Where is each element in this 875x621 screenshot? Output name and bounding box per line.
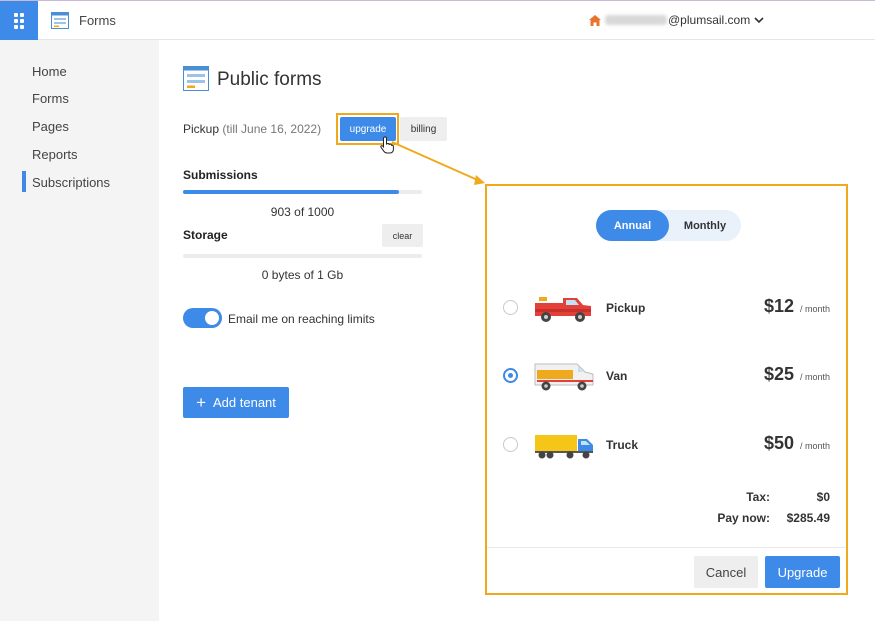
tax-label: Tax: (746, 490, 770, 504)
submissions-progress (183, 190, 422, 194)
monthly-tab[interactable]: Monthly (669, 210, 741, 241)
active-indicator (22, 171, 26, 192)
plan-name: Van (606, 369, 628, 383)
dialog-divider (487, 547, 846, 548)
plan-price: $50 / month (764, 433, 830, 454)
public-forms-icon (183, 66, 209, 91)
plan-price-period: / month (799, 304, 830, 314)
sidebar-item-subscriptions[interactable]: Subscriptions (32, 175, 110, 190)
redacted-username (605, 15, 667, 25)
grid-icon (14, 12, 24, 29)
plan-price-period: / month (799, 441, 830, 451)
plan-expiry: (till June 16, 2022) (222, 122, 322, 136)
callout-arrow (391, 141, 485, 185)
page-title: Public forms (217, 69, 322, 90)
hand-cursor-icon (380, 136, 394, 154)
app-title: Forms (79, 13, 116, 28)
plan-price: $25 / month (764, 364, 830, 385)
plan-name: Pickup (606, 301, 646, 315)
sidebar-item-reports[interactable]: Reports (32, 147, 78, 162)
sidebar-item-pages[interactable]: Pages (32, 119, 69, 134)
plan-name: Truck (606, 438, 639, 452)
plan-radio-pickup[interactable] (503, 300, 518, 315)
plus-icon: + (196, 393, 207, 412)
submissions-count: 903 of 1000 (270, 205, 335, 219)
storage-progress (183, 254, 422, 258)
pickup-truck-icon (535, 297, 591, 322)
storage-usage: 0 bytes of 1 Gb (261, 268, 344, 282)
plan-price-amount: $50 (763, 433, 794, 453)
sidebar-item-home[interactable]: Home (32, 64, 67, 79)
plan-option-pickup[interactable]: Pickup $12 / month (487, 288, 846, 328)
annual-tab[interactable]: Annual (596, 210, 669, 241)
plan-radio-van[interactable] (503, 368, 518, 383)
add-tenant-label: Add tenant (213, 395, 276, 410)
pay-now-label: Pay now: (717, 511, 770, 525)
submissions-label: Submissions (183, 168, 258, 182)
email-limits-toggle[interactable] (183, 308, 222, 328)
cancel-button[interactable]: Cancel (694, 556, 758, 588)
clear-storage-button[interactable]: clear (382, 224, 423, 247)
add-tenant-button[interactable]: + Add tenant (183, 387, 289, 418)
truck-icon (535, 435, 593, 459)
sidebar: Home Forms Pages Reports Subscriptions (0, 40, 159, 621)
chevron-down-icon (754, 16, 764, 23)
billing-button[interactable]: billing (400, 117, 447, 141)
upgrade-dialog: Annual Monthly Pickup $12 / month Van $2… (485, 184, 848, 595)
plan-price: $12 / month (764, 296, 830, 317)
tax-value: $0 (816, 490, 830, 504)
toggle-knob (205, 311, 219, 325)
plan-option-truck[interactable]: Truck $50 / month (487, 425, 846, 465)
app-launcher-button[interactable] (0, 1, 38, 40)
plan-option-van[interactable]: Van $25 / month (487, 356, 846, 396)
billing-period-toggle: Annual Monthly (596, 210, 741, 241)
pay-now-value: $285.49 (786, 511, 830, 525)
plan-price-amount: $12 (763, 296, 794, 316)
account-menu[interactable]: @plumsail.com (589, 13, 764, 27)
sidebar-item-forms[interactable]: Forms (32, 91, 69, 106)
home-icon (589, 14, 601, 26)
forms-app-icon (51, 12, 69, 29)
current-plan: Pickup (till June 16, 2022) (183, 122, 321, 136)
van-icon (534, 363, 594, 391)
plan-price-period: / month (799, 372, 830, 382)
submissions-progress-fill (183, 190, 399, 194)
email-limits-label: Email me on reaching limits (228, 312, 375, 326)
account-email: @plumsail.com (668, 13, 751, 27)
plan-price-amount: $25 (763, 364, 794, 384)
upgrade-button[interactable]: Upgrade (765, 556, 840, 588)
storage-label: Storage (183, 228, 228, 242)
plan-radio-truck[interactable] (503, 437, 518, 452)
current-plan-name: Pickup (183, 122, 220, 136)
top-bar: Forms @plumsail.com (0, 0, 875, 40)
